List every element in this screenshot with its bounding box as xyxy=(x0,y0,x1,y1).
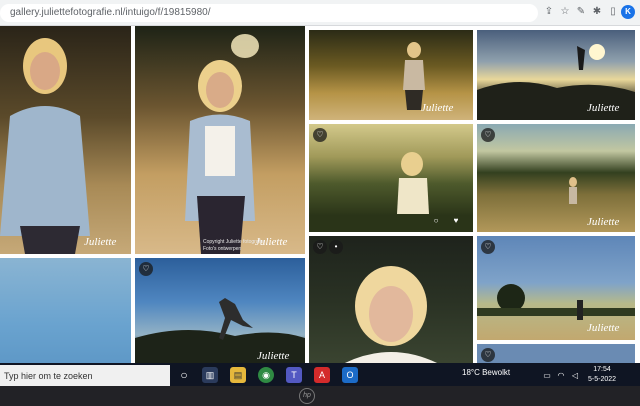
watermark-tagline: Foto's ontwerpen xyxy=(203,246,242,252)
clock-date: 5-5-2022 xyxy=(588,376,617,383)
watermark-logo: Juliette xyxy=(587,322,620,334)
photo-child-dunes[interactable]: Juliette xyxy=(309,30,473,120)
photo-sky[interactable] xyxy=(0,258,131,363)
sidebar-icon[interactable]: ▯ xyxy=(606,5,620,19)
taskbar-search-input[interactable]: Typ hier om te zoeken xyxy=(0,365,170,387)
photo-dancer-jump[interactable]: ♡ Juliette xyxy=(135,258,305,363)
photo-woman-denim-center[interactable]: Juliette Copyright Juliette fotografie F… xyxy=(135,26,305,254)
photo-child-meadow[interactable]: ♡ Juliette xyxy=(477,124,635,232)
address-bar[interactable]: gallery.juliettefotografie.nl/intuigo/f/… xyxy=(0,4,538,22)
share-icon[interactable]: ⇪ xyxy=(542,5,556,19)
watermark-logo: Juliette xyxy=(587,216,620,228)
photo-subject xyxy=(345,266,437,363)
photo-subject xyxy=(135,298,305,363)
screen: gallery.juliettefotografie.nl/intuigo/f/… xyxy=(0,0,640,406)
star-icon[interactable]: ☆ xyxy=(558,5,572,19)
acrobat-icon[interactable]: A xyxy=(314,367,330,383)
photo-silhouette-sunset[interactable]: Juliette xyxy=(477,30,635,120)
browser-toolbar: gallery.juliettefotografie.nl/intuigo/f/… xyxy=(0,0,640,26)
photo-subject xyxy=(185,34,259,254)
file-explorer-icon[interactable]: ▤ xyxy=(230,367,246,383)
like-heart-icon[interactable]: ♡ xyxy=(313,240,327,254)
battery-icon[interactable]: ▭ xyxy=(542,368,552,380)
task-view-icon[interactable]: ▥ xyxy=(202,367,218,383)
outlook-icon[interactable]: O xyxy=(342,367,358,383)
laptop-bezel xyxy=(0,386,640,406)
photo-gallery: Juliette Juliette Copyright Juliette fot… xyxy=(0,26,640,363)
extension-icon[interactable]: ✎ xyxy=(574,5,588,19)
system-clock[interactable]: 17:54 5-5-2022 xyxy=(588,365,616,385)
start-button[interactable]: ○ xyxy=(176,367,192,383)
watermark-copyright: Copyright Juliette fotografie xyxy=(203,239,264,245)
wifi-icon[interactable]: ◠ xyxy=(556,368,566,380)
watermark-logo: Juliette xyxy=(421,102,454,114)
photo-subject xyxy=(0,38,90,254)
like-heart-icon[interactable]: ♡ xyxy=(139,262,153,276)
photo-child-back[interactable]: ♡ ○ ♥ xyxy=(309,124,473,232)
photo-tree-girl[interactable]: ♡ Juliette xyxy=(477,236,635,340)
watermark-logo: Juliette xyxy=(84,236,117,248)
comment-icon[interactable]: ○ xyxy=(429,214,443,228)
clock-time: 17:54 xyxy=(593,366,611,373)
puzzle-icon[interactable]: ✱ xyxy=(590,5,604,19)
teams-icon[interactable]: T xyxy=(286,367,302,383)
photo-partial-bottom[interactable]: ♡ xyxy=(477,344,635,363)
volume-icon[interactable]: ◁ xyxy=(570,368,580,380)
chrome-icon[interactable]: ◉ xyxy=(258,367,274,383)
weather-widget[interactable]: 18°C Bewolkt xyxy=(462,368,510,377)
like-heart-icon[interactable]: ♡ xyxy=(481,240,495,254)
watermark-logo: Juliette xyxy=(257,350,290,362)
like-heart-filled-icon[interactable]: ♥ xyxy=(449,214,463,228)
like-heart-icon[interactable]: ♡ xyxy=(481,348,495,362)
photo-portrait[interactable]: ♡ • xyxy=(309,236,473,363)
comment-icon[interactable]: • xyxy=(329,240,343,254)
photo-woman-denim-left[interactable]: Juliette xyxy=(0,26,131,254)
like-heart-icon[interactable]: ♡ xyxy=(313,128,327,142)
photo-subject xyxy=(397,152,429,214)
watermark-logo: Juliette xyxy=(587,102,620,114)
profile-avatar[interactable]: K xyxy=(621,5,635,19)
like-heart-icon[interactable]: ♡ xyxy=(481,128,495,142)
hp-logo: hp xyxy=(299,388,315,404)
